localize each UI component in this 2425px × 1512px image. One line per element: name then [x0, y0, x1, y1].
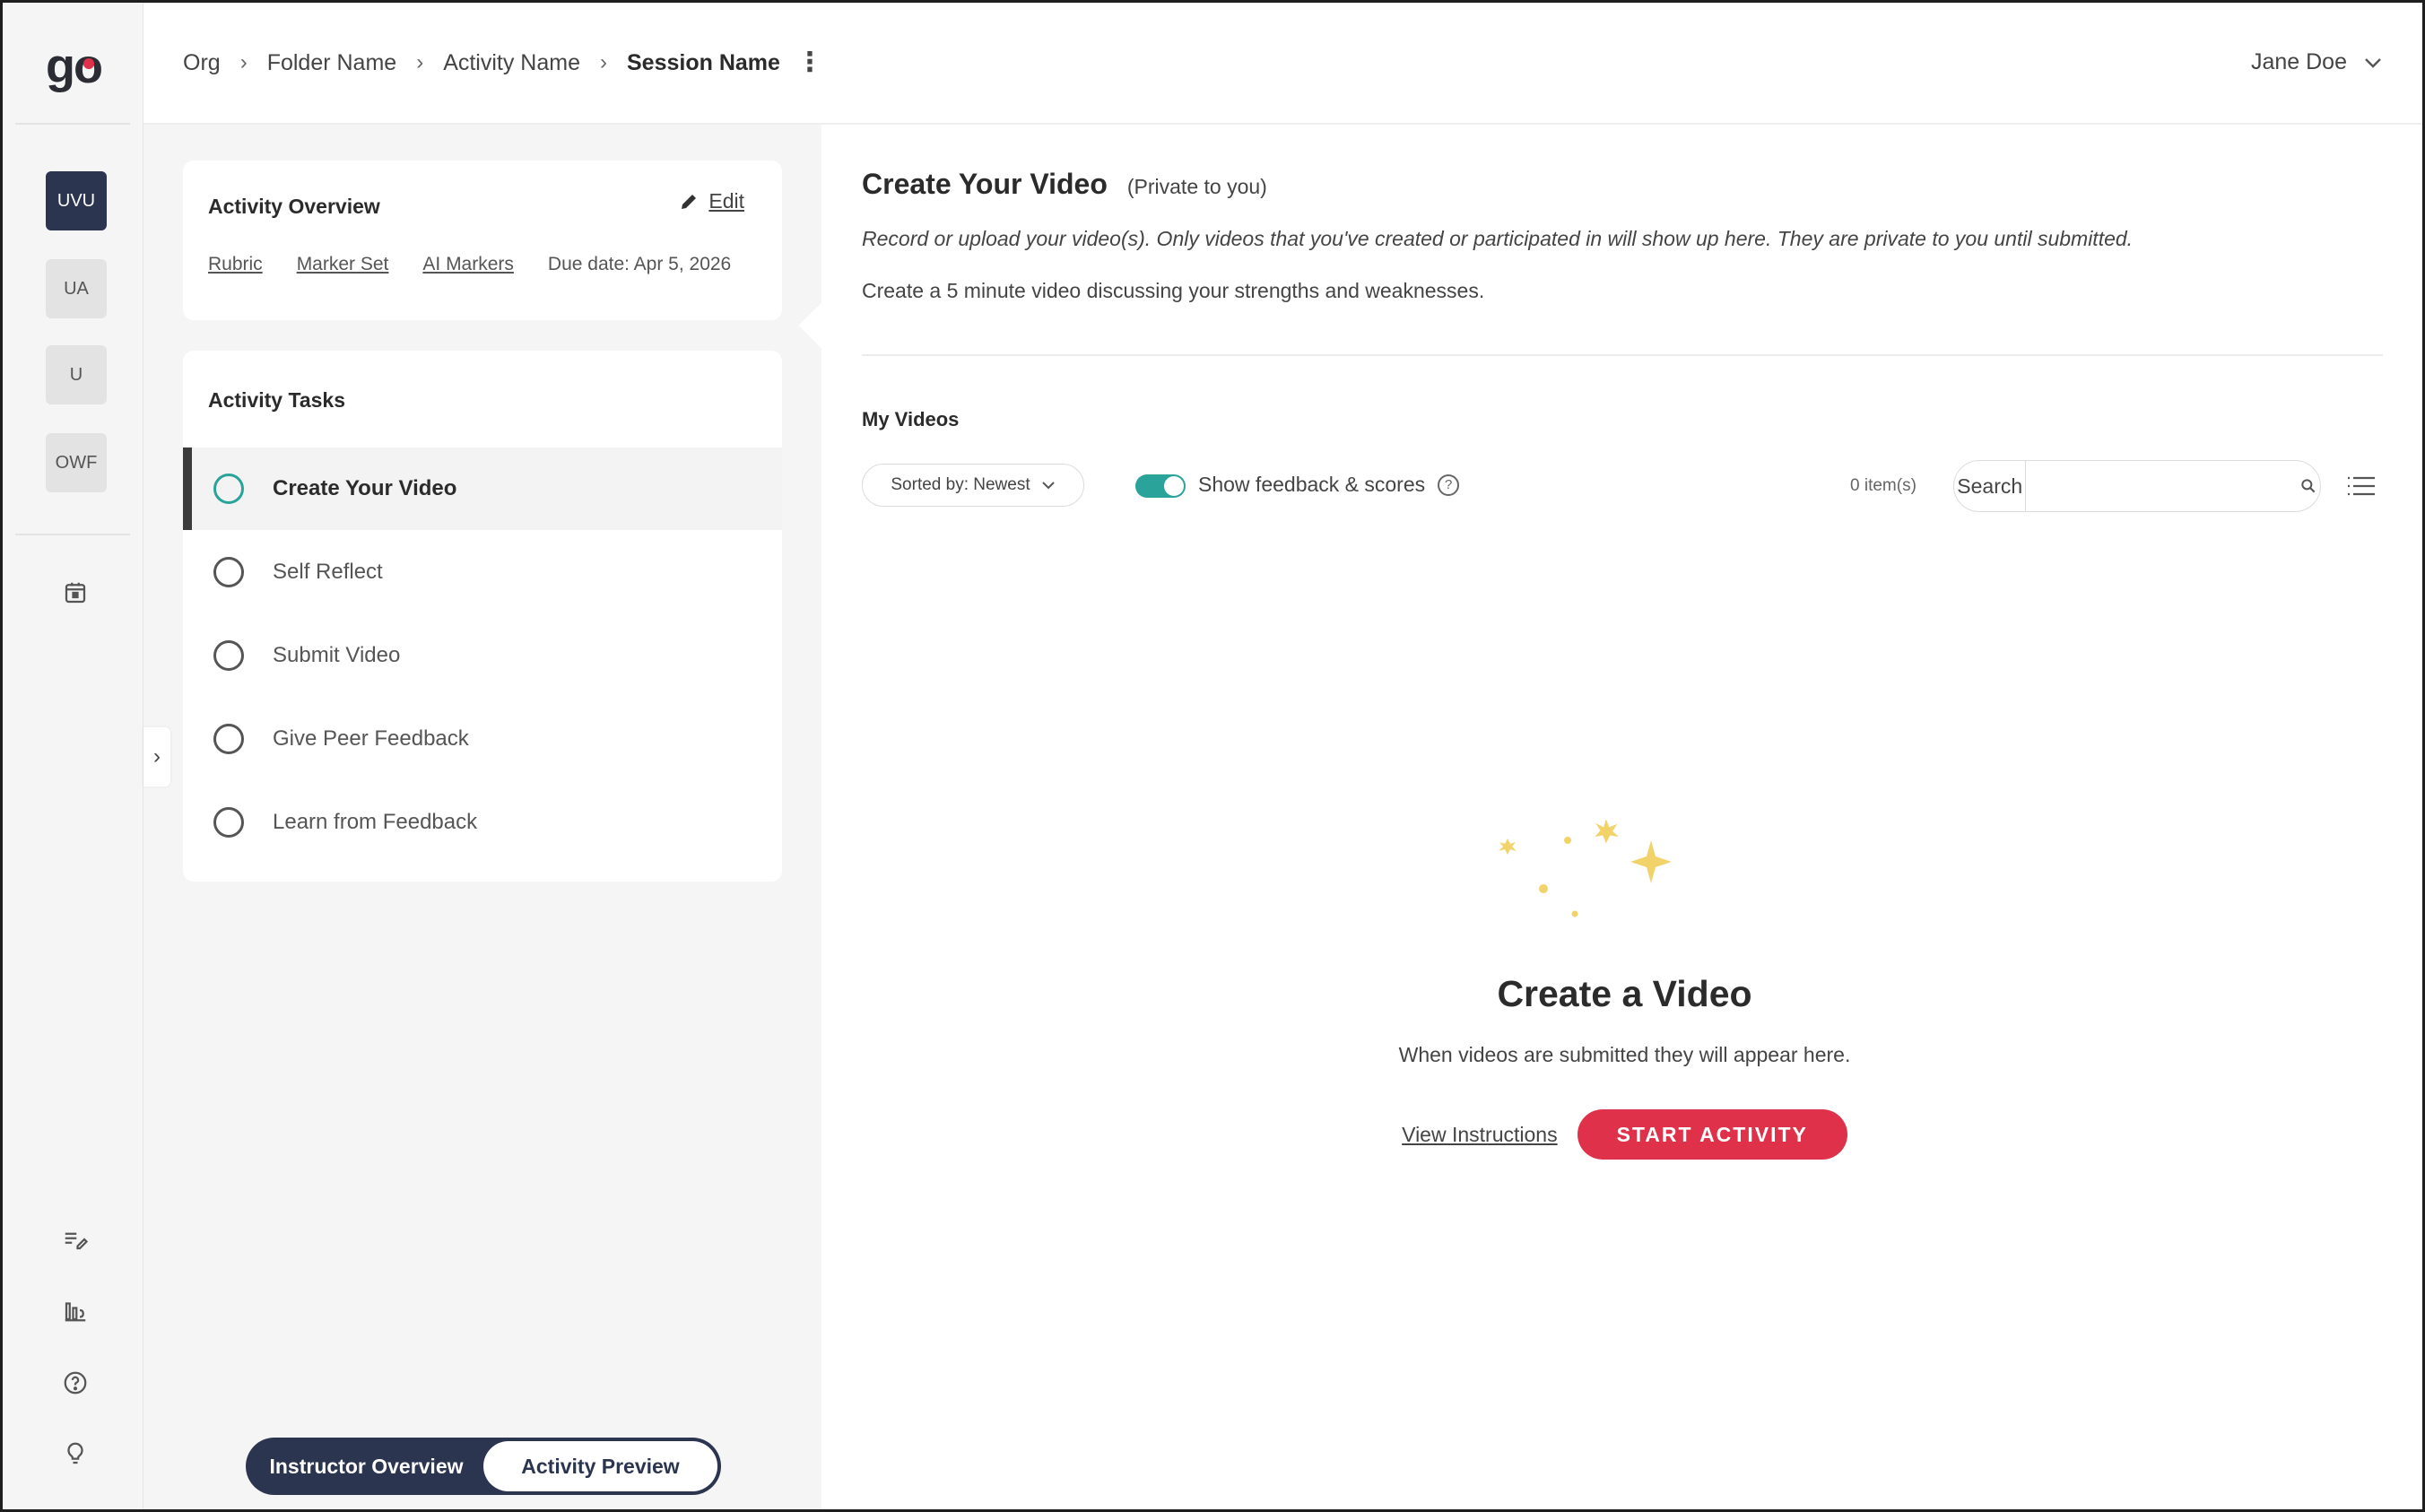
task-status-circle-icon: [213, 724, 244, 754]
kebab-menu-icon[interactable]: ⋮: [796, 49, 823, 76]
logo-text: g: [46, 39, 75, 93]
tasks-title: Activity Tasks: [208, 388, 345, 412]
task-self-reflect[interactable]: Self Reflect: [183, 531, 782, 613]
toggle-label-text: Show feedback & scores: [1198, 473, 1426, 496]
task-label: Create Your Video: [273, 476, 457, 500]
view-instructions-link[interactable]: View Instructions: [1402, 1123, 1557, 1147]
left-rail: go UVU UA U OWF: [3, 3, 143, 1509]
logo-dot: [83, 58, 94, 69]
search-label: Search: [1954, 461, 2027, 511]
chevron-down-icon: [2365, 57, 2381, 68]
go-logo[interactable]: go: [46, 39, 103, 94]
task-label: Submit Video: [273, 643, 401, 667]
item-count: 0 item(s): [1850, 476, 1917, 495]
rubric-link[interactable]: Rubric: [208, 254, 263, 275]
task-label: Self Reflect: [273, 560, 383, 584]
task-submit-video[interactable]: Submit Video: [183, 614, 782, 697]
breadcrumb-org[interactable]: Org: [183, 50, 221, 76]
empty-state-actions: View Instructions START ACTIVITY: [821, 1109, 2422, 1160]
page-title: Create Your Video: [862, 168, 1108, 200]
task-give-peer-feedback[interactable]: Give Peer Feedback: [183, 698, 782, 780]
breadcrumb-activity[interactable]: Activity Name: [443, 50, 580, 76]
instructor-overview-option[interactable]: Instructor Overview: [249, 1441, 483, 1491]
page-heading: Create Your Video (Private to you): [862, 168, 1267, 201]
edit-label: Edit: [708, 189, 744, 213]
rail-divider: [15, 534, 130, 535]
activity-tasks-card: Activity Tasks Create Your Video Self Re…: [183, 351, 782, 882]
prompt-text: Create a 5 minute video discussing your …: [862, 279, 1485, 302]
overview-links: Rubric Marker Set AI Markers Due date: A…: [208, 254, 731, 275]
task-status-circle-icon: [213, 807, 244, 838]
empty-state-subtitle: When videos are submitted they will appe…: [1398, 1043, 1851, 1066]
task-create-your-video[interactable]: Create Your Video: [183, 448, 782, 530]
task-label: Learn from Feedback: [273, 810, 478, 834]
privacy-note: (Private to you): [1126, 175, 1267, 198]
sort-label: Sorted by: Newest: [891, 475, 1030, 494]
app-window: go UVU UA U OWF Org › Folder Name › Acti: [0, 0, 2425, 1512]
help-icon[interactable]: ?: [1438, 474, 1460, 496]
edit-list-icon[interactable]: [62, 1226, 89, 1253]
overview-title: Activity Overview: [208, 195, 380, 218]
help-icon[interactable]: [62, 1369, 89, 1396]
user-menu[interactable]: Jane Doe: [2251, 49, 2383, 75]
breadcrumb-folder[interactable]: Folder Name: [267, 50, 397, 76]
user-name: Jane Doe: [2250, 49, 2347, 74]
section-divider: [862, 354, 2383, 356]
panel-expand-toggle[interactable]: ›: [143, 727, 170, 786]
chevron-right-icon: ›: [153, 744, 161, 769]
my-videos-heading: My Videos: [862, 408, 960, 430]
edit-button[interactable]: Edit: [678, 189, 744, 213]
task-status-circle-icon: [213, 640, 244, 671]
org-badge-ua[interactable]: UA: [46, 259, 107, 318]
list-view-icon[interactable]: [2346, 473, 2377, 500]
org-badge-uvu[interactable]: UVU: [46, 171, 107, 230]
marker-set-link[interactable]: Marker Set: [297, 254, 389, 275]
search-box: Search: [1953, 460, 2321, 512]
ai-markers-link[interactable]: AI Markers: [422, 254, 514, 275]
start-activity-button[interactable]: START ACTIVITY: [1577, 1109, 1847, 1160]
calendar-icon[interactable]: [62, 579, 89, 606]
search-input[interactable]: [2026, 461, 2298, 511]
task-learn-from-feedback[interactable]: Learn from Feedback: [183, 781, 782, 864]
breadcrumb-session: Session Name: [627, 49, 780, 75]
show-feedback-toggle[interactable]: [1135, 474, 1186, 498]
task-status-circle-icon: [213, 474, 244, 504]
task-status-circle-icon: [213, 557, 244, 587]
sparkles-illustration-icon: [1499, 819, 1672, 917]
chevron-right-icon: ›: [239, 50, 248, 74]
org-badge-u[interactable]: U: [46, 345, 107, 404]
show-feedback-label: Show feedback & scores ?: [1198, 473, 1460, 497]
view-mode-toggle: Instructor Overview Activity Preview: [246, 1438, 721, 1495]
task-label: Give Peer Feedback: [273, 726, 469, 751]
analytics-icon[interactable]: [62, 1297, 89, 1324]
activity-panel: Activity Overview Edit Rubric Marker Set…: [143, 125, 821, 1509]
empty-state-title: Create a Video: [1497, 973, 1752, 1014]
breadcrumb: Org › Folder Name › Activity Name › Sess…: [183, 49, 823, 76]
org-badge-owf[interactable]: OWF: [46, 433, 107, 492]
main-content: Create Your Video (Private to you) Recor…: [798, 125, 2422, 1509]
sort-dropdown[interactable]: Sorted by: Newest: [862, 464, 1084, 507]
activity-overview-card: Activity Overview Edit Rubric Marker Set…: [183, 161, 782, 320]
search-icon[interactable]: [2297, 477, 2320, 495]
rail-divider: [15, 123, 130, 125]
lightbulb-icon[interactable]: [62, 1440, 89, 1467]
instruction-text: Record or upload your video(s). Only vid…: [862, 227, 2134, 250]
due-date: Due date: Apr 5, 2026: [547, 254, 732, 274]
chevron-right-icon: ›: [416, 50, 424, 74]
activity-preview-option[interactable]: Activity Preview: [483, 1441, 717, 1491]
chevron-right-icon: ›: [600, 50, 607, 74]
chevron-down-icon: [1041, 482, 1055, 490]
top-header: Org › Folder Name › Activity Name › Sess…: [143, 3, 2422, 125]
pencil-icon: [682, 194, 697, 209]
